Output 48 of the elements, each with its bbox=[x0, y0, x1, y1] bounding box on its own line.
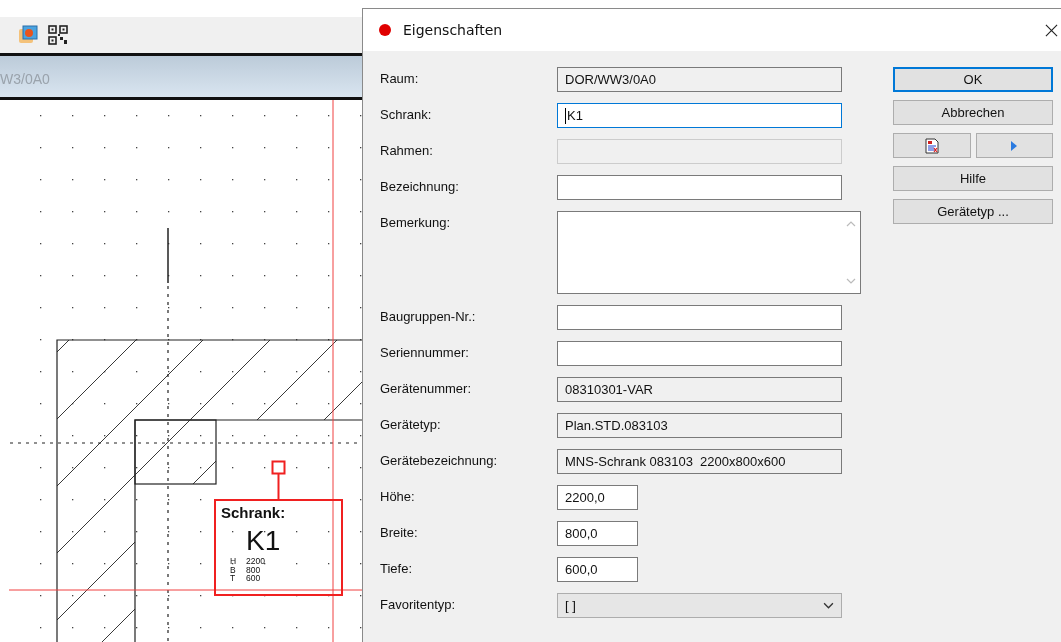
readonly-field[interactable]: DOR/WW3/0A0 bbox=[557, 67, 842, 92]
field-label: Favoritentyp: bbox=[380, 596, 457, 612]
number-field[interactable]: 600,0 bbox=[557, 557, 638, 582]
cabinet-marker[interactable] bbox=[214, 460, 343, 596]
input-field[interactable] bbox=[557, 341, 842, 366]
field-label: Gerätetyp: bbox=[380, 416, 442, 432]
readonly-field[interactable]: 08310301-VAR bbox=[557, 377, 842, 402]
field-label: Breite: bbox=[380, 524, 419, 540]
readonly-field[interactable]: Plan.STD.083103 bbox=[557, 413, 842, 438]
field-label: Bemerkung: bbox=[380, 214, 452, 230]
dimension-value: 800 bbox=[246, 564, 261, 575]
field-label: Höhe: bbox=[380, 488, 416, 504]
dimension-key: B bbox=[230, 564, 236, 575]
dropdown[interactable]: [ ] bbox=[557, 593, 842, 618]
document-button[interactable] bbox=[893, 133, 971, 158]
dimension-key: T bbox=[230, 573, 236, 583]
field-label: Gerätebezeichnung: bbox=[380, 452, 499, 468]
field-label: Rahmen: bbox=[380, 142, 434, 158]
image-stack-icon[interactable] bbox=[18, 25, 38, 45]
status-dot-icon bbox=[379, 24, 391, 36]
cabinet-name: K1 bbox=[246, 525, 281, 556]
field-label: Bezeichnung: bbox=[380, 178, 460, 194]
field-label: Tiefe: bbox=[380, 560, 414, 576]
close-icon[interactable] bbox=[1045, 23, 1058, 37]
dialog-button[interactable]: OK bbox=[893, 67, 1053, 92]
chevron-down-icon bbox=[823, 602, 834, 609]
dialog-button[interactable]: Gerätetyp ... bbox=[893, 199, 1053, 224]
dimension-value: 600 bbox=[246, 573, 261, 583]
dimension-value: 2200 bbox=[246, 556, 265, 566]
field-label: Baugruppen-Nr.: bbox=[380, 308, 477, 324]
dimension-key: H bbox=[230, 556, 237, 566]
input-field[interactable] bbox=[557, 175, 842, 200]
qr-code-icon[interactable] bbox=[48, 25, 68, 45]
document-icon bbox=[924, 137, 939, 154]
number-field[interactable]: 800,0 bbox=[557, 521, 638, 546]
input-field[interactable]: K1 bbox=[557, 103, 842, 128]
play-icon bbox=[1010, 139, 1019, 152]
dialog-title: Eigenschaften bbox=[403, 22, 503, 38]
input-field[interactable] bbox=[557, 305, 842, 330]
dialog-button[interactable]: Hilfe bbox=[893, 166, 1053, 191]
field-label: Raum: bbox=[380, 70, 420, 86]
number-field[interactable]: 2200,0 bbox=[557, 485, 638, 510]
readonly-field[interactable]: MNS-Schrank 083103 2200x800x600 bbox=[557, 449, 842, 474]
field-label: Gerätenummer: bbox=[380, 380, 473, 396]
cabinet-title: Schrank: bbox=[221, 504, 286, 521]
field-label: Seriennummer: bbox=[380, 344, 470, 360]
dialog-button[interactable]: Abbrechen bbox=[893, 100, 1053, 125]
field-label: Schrank: bbox=[380, 106, 433, 122]
